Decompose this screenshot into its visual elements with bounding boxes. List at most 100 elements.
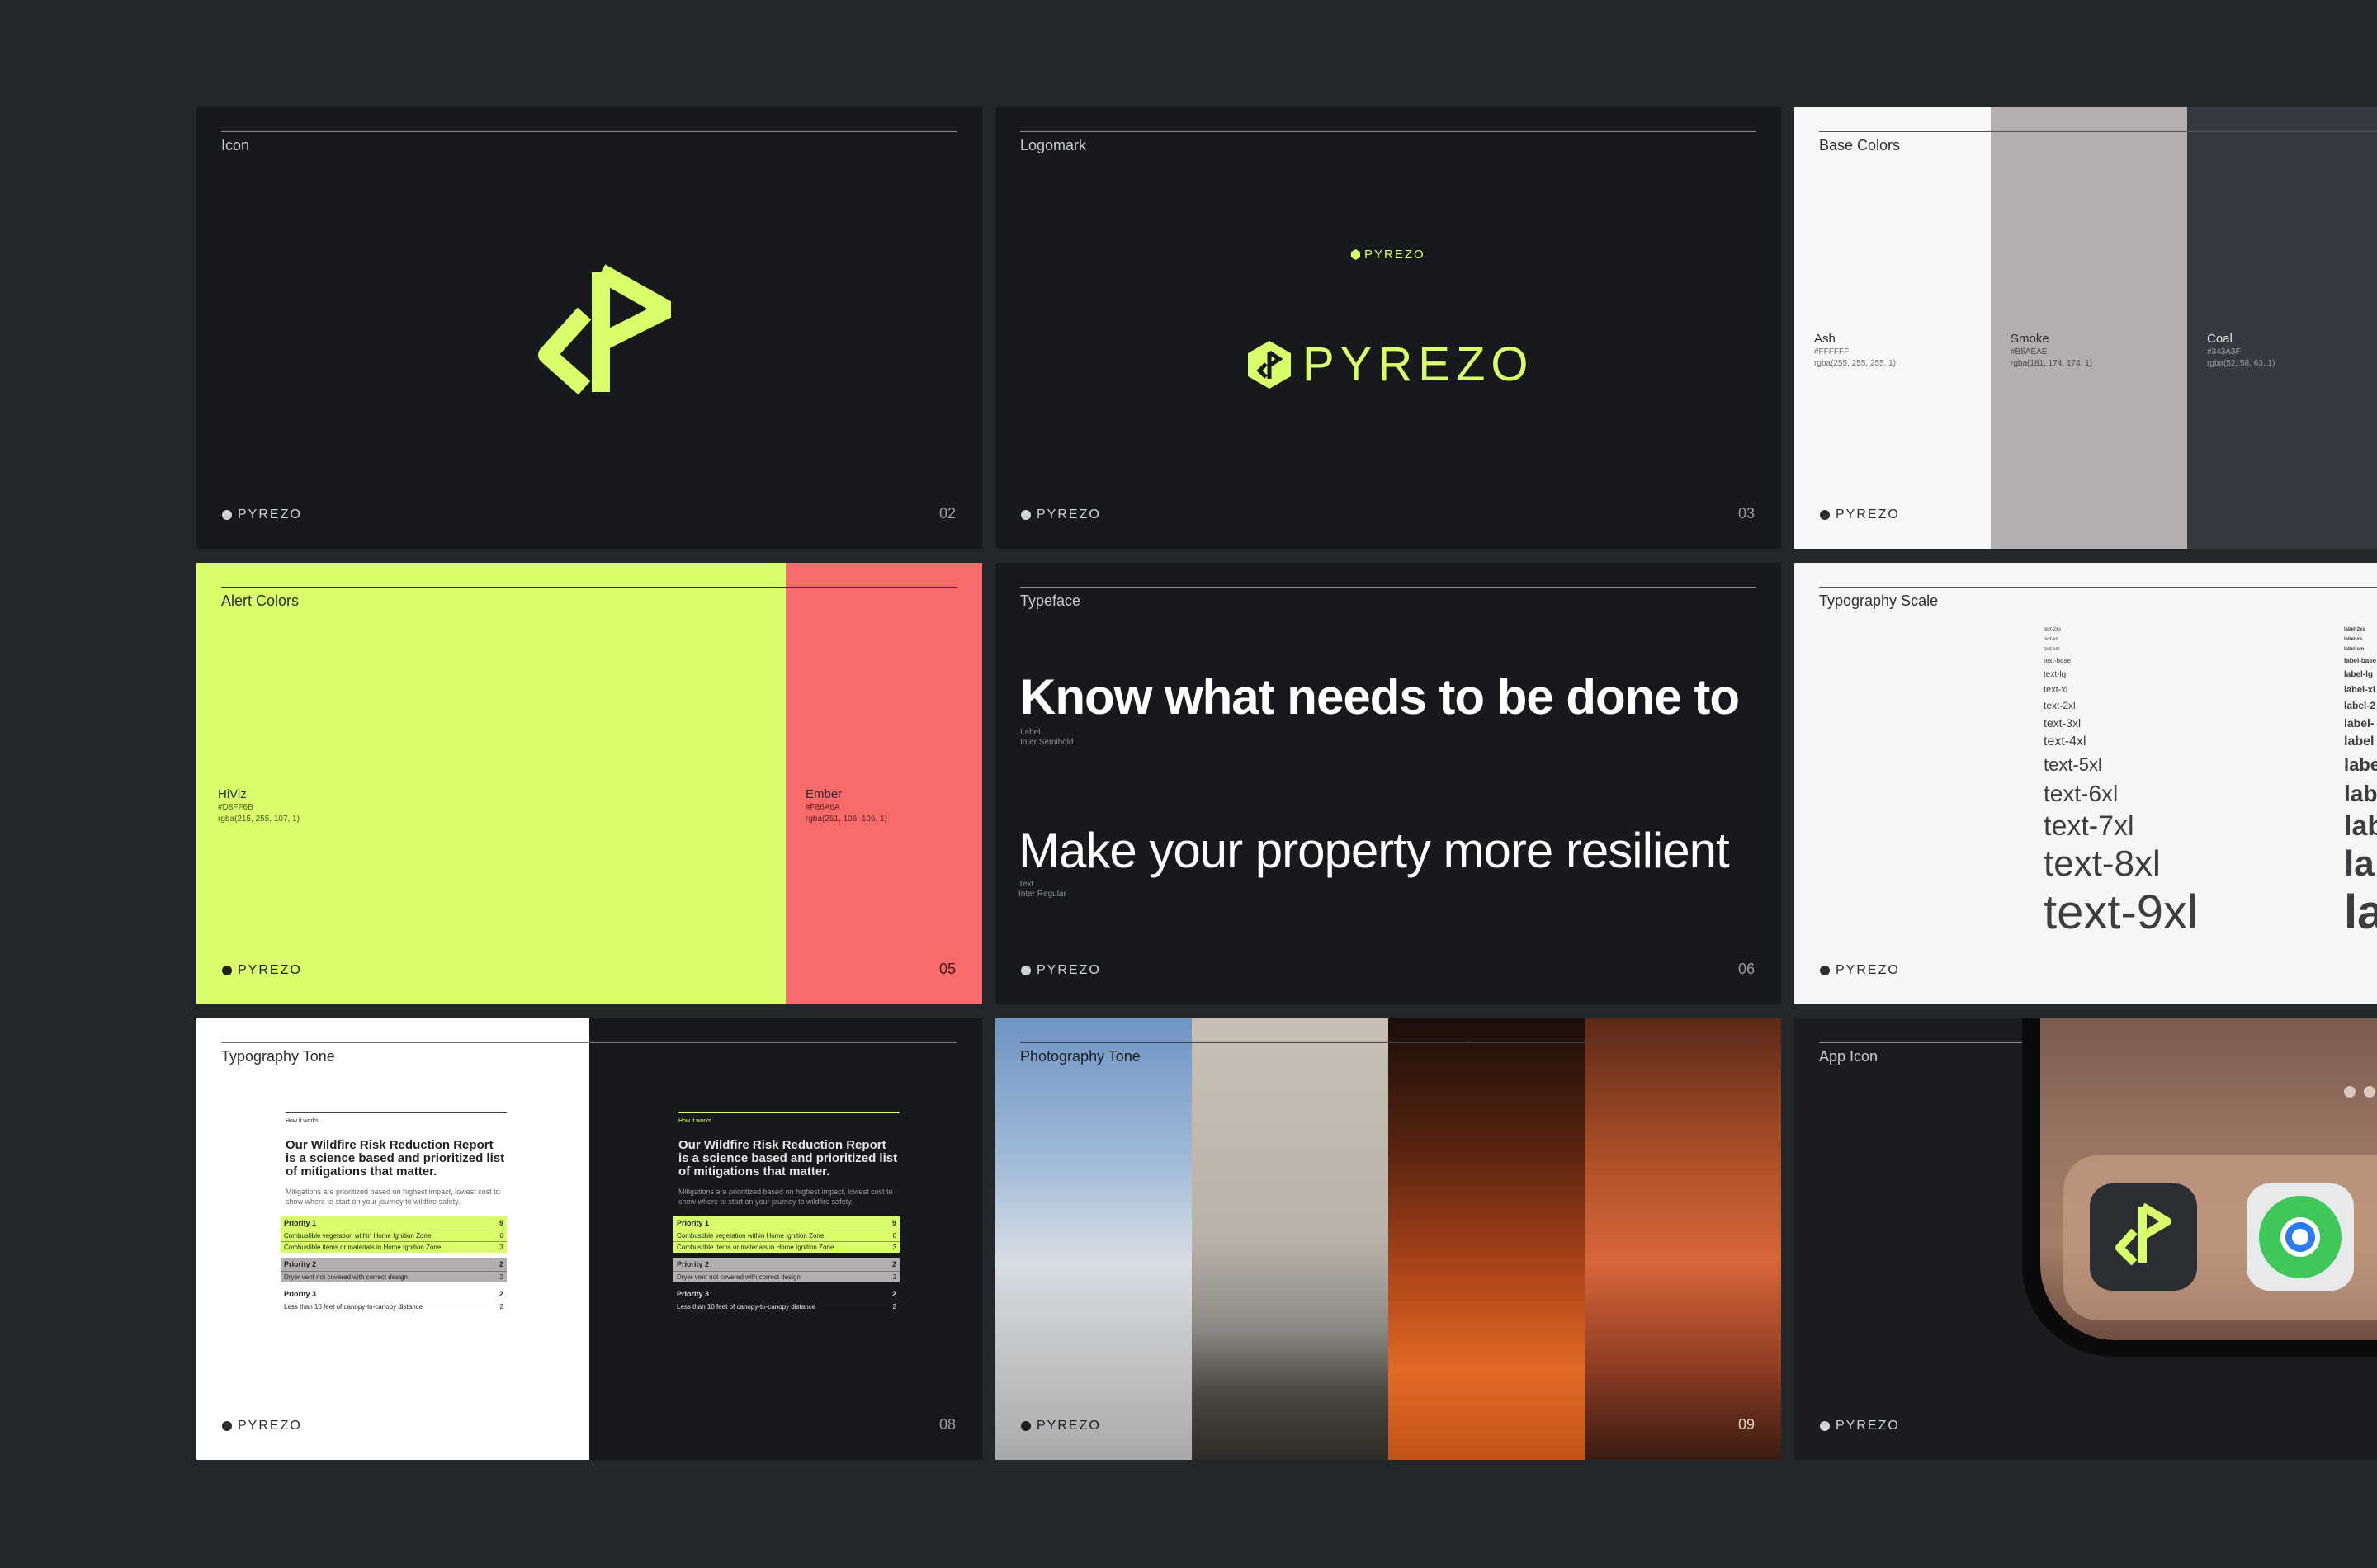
brand-footer: PYREZO: [221, 508, 302, 522]
card-title: App Icon: [1819, 1048, 1878, 1065]
scale-label-item: label-xl: [2344, 685, 2375, 695]
swatch-name: HiViz: [218, 787, 247, 801]
scale-label-item: lab: [2344, 781, 2377, 806]
scale-label-item: label: [2344, 734, 2375, 749]
card-typeface[interactable]: Typeface Know what needs to be done to L…: [995, 563, 1781, 1004]
divider: [221, 1042, 957, 1043]
scale-text-item: text-9xl: [2044, 886, 2198, 939]
swatch-rgba: rgba(251, 106, 106, 1): [806, 815, 887, 824]
brand-footer: PYREZO: [1020, 1419, 1101, 1433]
priority-row: Dryer vent not covered with correct desi…: [281, 1271, 507, 1282]
pyrezo-mini-icon: [1021, 1421, 1031, 1431]
pyrezo-mini-icon: [222, 1421, 232, 1431]
priority-title: Priority 19: [677, 1219, 896, 1227]
report-heading: Our Wildfire Risk Reduction Report is a …: [286, 1138, 505, 1178]
card-title: Typography Tone: [221, 1048, 335, 1065]
divider: [1819, 131, 2377, 132]
brand-footer: PYREZO: [1020, 963, 1101, 978]
swatch-rgba: rgba(52, 58, 63, 1): [2207, 359, 2275, 368]
swatch-name: Smoke: [2011, 332, 2049, 346]
pyrezo-mini-icon: [1350, 249, 1361, 260]
swatch-hex: #F86A6A: [806, 803, 840, 812]
priority-row: Combustible vegetation within Home Ignit…: [673, 1230, 900, 1241]
swatch-name: Ash: [1814, 332, 1836, 346]
swatch-hex: #D8FF6B: [218, 803, 253, 812]
pyrezo-app-icon[interactable]: [2090, 1183, 2197, 1291]
scale-label-item: label-xs: [2344, 637, 2363, 642]
report-body: Mitigations are prioritized based on hig…: [286, 1188, 500, 1206]
brand-footer: PYREZO: [221, 1419, 302, 1433]
scale-text-item: text-xs: [2044, 637, 2058, 642]
scale-label-item: label-2xs: [2344, 627, 2365, 632]
brand-footer: PYREZO: [1020, 508, 1101, 522]
scale-text-item: text-lg: [2044, 670, 2067, 679]
photo-fire-truck-smoke: [1585, 1018, 1781, 1460]
card-logomark[interactable]: Logomark PYREZO PYREZO PYREZO 03: [995, 107, 1781, 549]
swatch-ember: [786, 563, 982, 1004]
priority-row: Combustible items or materials in Home I…: [281, 1241, 507, 1253]
large-logomark: PYREZO: [1248, 337, 1534, 392]
scale-text-item: text-base: [2044, 657, 2071, 664]
swatch-hex: #B5AEAE: [2011, 347, 2048, 357]
find-my-app-icon[interactable]: [2247, 1183, 2354, 1291]
scale-text-item: text-3xl: [2044, 716, 2082, 730]
divider: [221, 131, 957, 132]
pyrezo-mini-icon: [222, 510, 232, 520]
priority-row: Combustible items or materials in Home I…: [673, 1241, 900, 1253]
scale-label-item: la: [2344, 886, 2377, 939]
pyrezo-mini-icon: [1021, 510, 1031, 520]
swatch-rgba: rgba(215, 255, 107, 1): [218, 815, 300, 824]
report-light: How it works Our Wildfire Risk Reduction…: [281, 1112, 507, 1312]
divider: [1020, 1042, 1756, 1043]
swatch-smoke: [1991, 107, 2187, 549]
priority-title: Priority 32: [673, 1287, 900, 1301]
scale-text-item: text-6xl: [2044, 781, 2119, 806]
priority-title: Priority 32: [281, 1287, 507, 1301]
swatch-name: Coal: [2207, 332, 2233, 346]
card-title: Alert Colors: [221, 593, 300, 609]
brand-footer: PYREZO: [221, 963, 302, 978]
scale-label-item: label-sm: [2344, 647, 2365, 652]
page-number: 08: [938, 1416, 956, 1433]
card-typography-tone[interactable]: Typography Tone How it works Our Wildfir…: [196, 1018, 982, 1460]
scale-label-item: label-lg: [2344, 670, 2374, 679]
priority-title: Priority 22: [677, 1260, 896, 1268]
card-alert-colors[interactable]: Alert Colors HiViz #D8FF6B rgba(215, 255…: [196, 563, 982, 1004]
priority-list: Priority 19 Combustible vegetation withi…: [281, 1216, 507, 1312]
eyebrow: How it works: [286, 1118, 319, 1124]
card-title: Icon: [221, 137, 250, 153]
card-base-colors[interactable]: Base Colors Ash #FFFFFF rgba(255, 255, 2…: [1794, 107, 2377, 549]
card-title: Base Colors: [1819, 137, 1901, 153]
pyrezo-hex-icon: [1248, 340, 1291, 389]
card-icon[interactable]: Icon PYREZO 02: [196, 107, 982, 549]
swatch-hex: #FFFFFF: [1814, 347, 1850, 357]
priority-title: Priority 19: [284, 1219, 503, 1227]
pyrezo-icon: [538, 264, 671, 395]
divider: [286, 1112, 507, 1113]
photo-smoke-hills: [1192, 1018, 1388, 1460]
swatch-coal: [2187, 107, 2377, 549]
swatch-rgba: rgba(255, 255, 255, 1): [1814, 359, 1896, 368]
page-number: 09: [1737, 1416, 1755, 1433]
radar-icon: [2259, 1196, 2342, 1278]
priority-row: Combustible vegetation within Home Ignit…: [281, 1230, 507, 1241]
priority-list: Priority 19 Combustible vegetation withi…: [673, 1216, 900, 1312]
card-title: Logomark: [1020, 137, 1087, 153]
typeface-body-font: Inter Regular: [1018, 890, 1066, 899]
scale-label-item: label-2: [2344, 700, 2376, 711]
pyrezo-mini-icon: [222, 966, 232, 975]
typeface-headline-label: Label: [1020, 728, 1041, 737]
scale-text-item: text-2xs: [2044, 627, 2062, 632]
scale-label-item: labe: [2344, 754, 2377, 775]
divider: [678, 1112, 900, 1113]
pyrezo-mini-icon: [1820, 510, 1830, 520]
card-photography-tone[interactable]: Photography Tone PYREZO 09: [995, 1018, 1781, 1460]
scale-text-item: text-2xl: [2044, 700, 2076, 711]
swatch-rgba: rgba(181, 174, 174, 1): [2011, 359, 2092, 368]
card-app-icon[interactable]: App Icon PYREZO: [1794, 1018, 2377, 1460]
swatch-hex: #343A3F: [2207, 347, 2241, 357]
page-number: 03: [1737, 505, 1755, 522]
card-typography-scale[interactable]: Typography Scale text-2xs text-xs text-sm t…: [1794, 563, 2377, 1004]
scale-label-item: label-base: [2344, 657, 2377, 664]
typeface-body-label: Text: [1018, 880, 1034, 889]
